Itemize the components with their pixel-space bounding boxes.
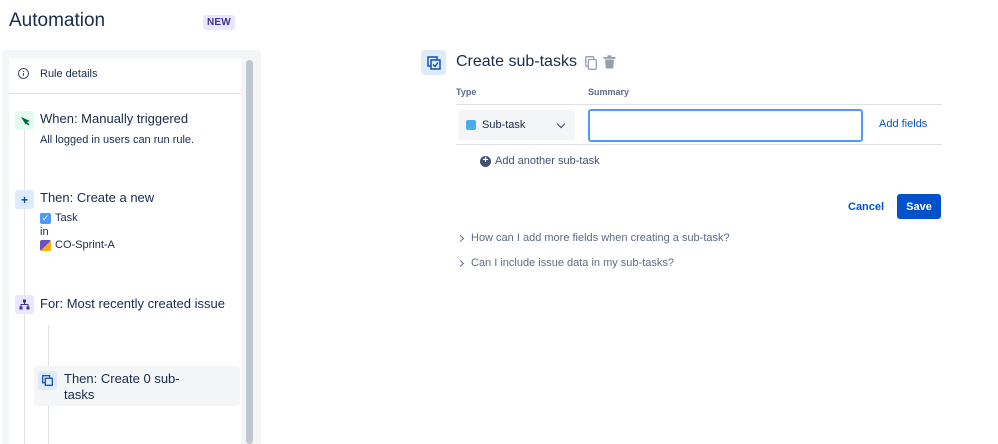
save-button[interactable]: Save [897, 194, 941, 219]
new-badge: NEW [203, 15, 235, 30]
copy-icon[interactable] [585, 56, 597, 70]
type-select-value: Sub-task [482, 119, 526, 131]
chevron-down-icon [556, 119, 566, 129]
faq-question[interactable]: How can I add more fields when creating … [471, 232, 730, 244]
action-title[interactable]: Then: Create a new [40, 190, 154, 206]
faq-item[interactable]: Can I include issue data in my sub-tasks… [456, 257, 674, 269]
plus-icon: + [15, 190, 34, 209]
trigger-subtitle: All logged in users can run rule. [40, 134, 195, 146]
chevron-right-icon [456, 259, 465, 267]
table-divider [456, 104, 942, 105]
task-checkbox-icon: ✓ [40, 213, 51, 224]
add-fields-link[interactable]: Add fields [879, 118, 927, 130]
flow-connector [24, 128, 25, 444]
subtask-type-icon [466, 120, 476, 130]
info-icon [18, 68, 29, 79]
sidebar-scrollbar-thumb[interactable] [246, 60, 253, 444]
summary-input[interactable] [588, 109, 863, 142]
issue-type-row: ✓ Task [40, 212, 78, 225]
project-row: CO-Sprint-A [40, 239, 115, 252]
summary-column-header: Summary [588, 87, 630, 97]
in-label: in [40, 226, 49, 238]
add-another-subtask-button[interactable]: + Add another sub-task [480, 155, 600, 167]
project-label: CO-Sprint-A [55, 239, 115, 251]
branch-title[interactable]: For: Most recently created issue [40, 296, 230, 312]
trigger-title[interactable]: When: Manually triggered [40, 111, 188, 127]
panel-title: Create sub-tasks [456, 53, 577, 70]
trash-icon[interactable] [603, 55, 616, 69]
rule-details-label[interactable]: Rule details [40, 68, 97, 80]
chevron-right-icon [456, 234, 465, 242]
sub-action-title[interactable]: Then: Create 0 sub-tasks [64, 371, 204, 403]
faq-item[interactable]: How can I add more fields when creating … [456, 232, 730, 244]
project-avatar-icon [40, 240, 51, 251]
type-column-header: Type [456, 87, 477, 97]
cursor-trigger-icon [15, 111, 34, 130]
page-title: Automation [9, 10, 106, 31]
type-select[interactable]: Sub-task [458, 110, 575, 140]
create-subtasks-icon [421, 50, 446, 75]
plus-circle-icon: + [480, 155, 491, 167]
branch-icon [15, 295, 34, 314]
faq-question[interactable]: Can I include issue data in my sub-tasks… [471, 257, 674, 269]
table-divider [456, 144, 942, 145]
add-another-label: Add another sub-task [495, 155, 600, 167]
subtask-icon [38, 371, 57, 390]
cancel-button[interactable]: Cancel [840, 194, 892, 219]
issue-type-label: Task [55, 212, 78, 224]
